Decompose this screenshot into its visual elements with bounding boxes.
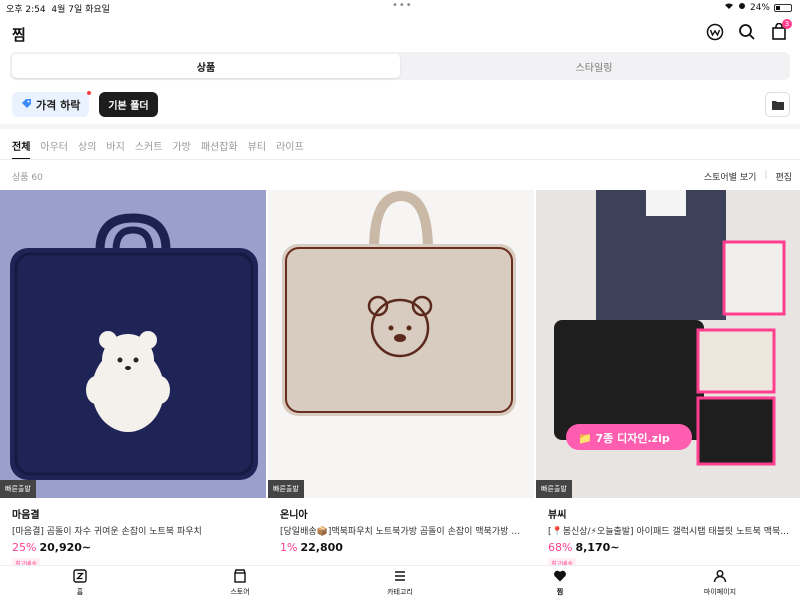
nav-store[interactable]: 스토어 [160, 566, 320, 600]
tab-all[interactable]: 전체 [12, 138, 31, 160]
fast-delivery-badge: 빠른출발 [268, 480, 304, 498]
product-brand[interactable]: 온니아 [280, 506, 522, 521]
nav-mypage[interactable]: 마이페이지 [640, 566, 800, 600]
product-name[interactable]: [마음결] 곰돌이 자수 귀여운 손잡이 노트북 파우치 [12, 524, 254, 537]
bottom-nav: 홈 스토어 카테고리 찜 마이페이지 [0, 565, 800, 600]
tab-accessories[interactable]: 패션잡화 [201, 138, 238, 160]
filter-chips: 가격 하락 기본 폴더 [12, 91, 158, 117]
segment-styling[interactable]: 스타일링 [400, 54, 788, 78]
tab-top[interactable]: 상의 [78, 138, 96, 160]
person-icon [713, 569, 727, 585]
nav-wishlist[interactable]: 찜 [480, 566, 640, 600]
fast-delivery-badge: 빠른출발 [536, 480, 572, 498]
tab-bag[interactable]: 가방 [172, 138, 190, 160]
edit-button[interactable]: 편집 [775, 170, 792, 183]
status-indicators: 24% [724, 2, 792, 13]
default-folder-chip[interactable]: 기본 폴더 [99, 92, 158, 117]
nav-home-label: 홈 [76, 588, 84, 596]
category-underline [0, 159, 800, 160]
tab-pants[interactable]: 바지 [106, 138, 124, 160]
menu-icon [393, 569, 407, 585]
tab-outer[interactable]: 아우터 [40, 138, 68, 160]
price-drop-chip[interactable]: 가격 하락 [12, 91, 92, 117]
product-price: 25% 20,920~ [12, 541, 254, 554]
product-price: 68% 8,170~ [548, 541, 790, 554]
price-value: 8,170~ [575, 541, 620, 554]
nav-mypage-label: 마이페이지 [703, 588, 737, 596]
product-grid: 빠른출발 마음결 [마음결] 곰돌이 자수 귀여운 손잡이 노트북 파우치 25… [0, 190, 800, 566]
folder-icon [771, 95, 784, 114]
product-name[interactable]: [📍봄신상/⚡오늘출발] 아이패드 갤럭시탭 태블릿 노트북 맥북... [548, 524, 790, 537]
nav-category[interactable]: 카테고리 [320, 566, 480, 600]
toolbar-separator: | [764, 170, 768, 180]
battery-percent: 24% [749, 2, 770, 13]
discount-rate: 25% [12, 541, 37, 554]
tab-skirt[interactable]: 스커트 [135, 138, 163, 160]
store-icon [233, 569, 247, 585]
product-card[interactable]: 빠른출발 온니아 [당일배송📦]맥북파우치 노트북가방 곰돌이 손잡이 맥북가방… [268, 190, 534, 566]
status-time-date: 오후 2:54 4월 7일 화요일 [6, 5, 110, 15]
nav-store-label: 스토어 [230, 588, 250, 596]
new-dot [87, 91, 92, 95]
product-image[interactable]: 빠른출발 [268, 190, 534, 498]
price-drop-label: 가격 하락 [36, 98, 81, 112]
price-value: 20,920~ [39, 541, 92, 554]
tab-life[interactable]: 라이프 [276, 138, 304, 160]
alarm-icon [738, 2, 746, 13]
w-logo-icon[interactable] [706, 23, 724, 41]
discount-rate: 1% [280, 541, 298, 554]
battery-icon [774, 3, 792, 12]
multitask-dots-icon[interactable]: ••• [392, 0, 413, 11]
page-header: 찜 3 [0, 19, 800, 46]
product-count: 상품 60 [12, 173, 43, 183]
design-overlay-label: 📁 7종 디자인.zip [578, 432, 670, 445]
home-icon [73, 569, 87, 585]
section-divider [0, 124, 800, 129]
nav-home[interactable]: 홈 [0, 566, 160, 600]
nav-wishlist-label: 찜 [556, 588, 564, 596]
heart-icon [553, 569, 567, 585]
product-brand[interactable]: 뷰씨 [548, 506, 790, 521]
segment-products[interactable]: 상품 [12, 54, 400, 78]
view-by-store-button[interactable]: 스토어별 보기 [704, 170, 757, 183]
wifi-icon [724, 2, 734, 13]
fast-delivery-badge: 빠른출발 [0, 480, 36, 498]
discount-rate: 68% [548, 541, 573, 554]
product-brand[interactable]: 마음결 [12, 506, 254, 521]
product-card[interactable]: 📁 7종 디자인.zip 빠른출발 뷰씨 [📍봄신상/⚡오늘출발] 아이패드 갤… [536, 190, 800, 566]
product-image[interactable]: 빠른출발 [0, 190, 266, 498]
list-toolbar: 상품 60 스토어별 보기 | 편집 [12, 170, 792, 183]
product-card[interactable]: 빠른출발 마음결 [마음결] 곰돌이 자수 귀여운 손잡이 노트북 파우치 25… [0, 190, 266, 566]
product-price: 1% 22,800 [280, 541, 522, 554]
search-icon[interactable] [738, 23, 756, 41]
status-bar: 오후 2:54 4월 7일 화요일 ••• 24% [0, 0, 800, 16]
page-title: 찜 [12, 26, 26, 44]
shopping-bag-icon[interactable]: 3 [770, 19, 792, 41]
category-tabs: 전체 아우터 상의 바지 스커트 가방 패션잡화 뷰티 라이프 [12, 138, 304, 160]
wishlist-segment-control: 상품 스타일링 [10, 52, 790, 80]
tab-beauty[interactable]: 뷰티 [248, 138, 266, 160]
product-name[interactable]: [당일배송📦]맥북파우치 노트북가방 곰돌이 손잡이 맥북가방 종... [280, 524, 522, 537]
price-value: 22,800 [300, 541, 343, 554]
nav-category-label: 카테고리 [387, 588, 413, 596]
price-tag-icon [21, 98, 32, 112]
cart-count-badge: 3 [782, 19, 792, 29]
folder-button[interactable] [765, 92, 790, 117]
product-image[interactable]: 📁 7종 디자인.zip 빠른출발 [536, 190, 800, 498]
